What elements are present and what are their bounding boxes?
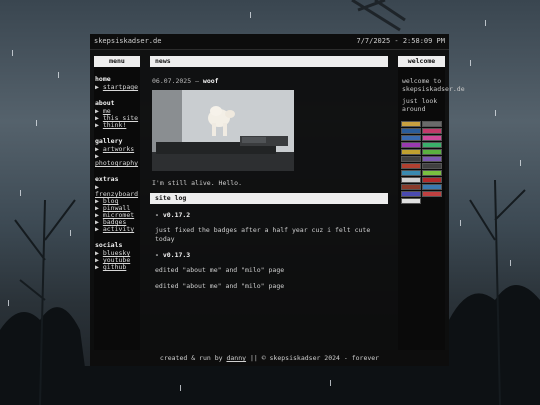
bullet-icon: ▶ [95,225,99,233]
bullet-icon: ▶ [95,83,99,91]
badge-button[interactable] [422,184,442,190]
menu-item[interactable]: ▶ frenzyboard [95,184,140,198]
menu-item[interactable]: ▶ photography [95,153,140,167]
menu-item-link[interactable]: activity [103,225,134,233]
log-entry: - v0.17.2 just fixed the badges after a h… [155,211,388,244]
menu-item-link[interactable]: think! [103,121,126,129]
menu-item-link[interactable]: photography [95,159,138,167]
menu-group-1: about ▶ me ▶ this site ▶ think! [95,99,140,129]
badge-button[interactable] [422,156,442,162]
menu-groups: home ▶ startpage about ▶ me ▶ this site ▶ thi… [94,75,140,271]
menu-item[interactable]: ▶ activity [95,226,140,233]
clock-readout: 7/7/2025 - 2:58:09 PM [356,37,445,45]
welcome-panel: welcome welcome to skepsiskadser.de just… [398,56,465,361]
menu-group-title: socials [95,241,123,249]
news-header: news [150,56,388,67]
footer-prefix: created & run by [159,354,223,362]
footer: created & run by danny || © skepsiskadse… [90,350,449,366]
menu-group-title: about [95,99,115,107]
badge-button[interactable] [401,198,421,204]
menu-group-title: home [95,75,111,83]
menu-group-3: extras ▶ frenzyboard ▶ blog ▶ pinwall ▶ micr… [95,175,140,233]
log-entries: - v0.17.2 just fixed the badges after a h… [150,211,388,291]
top-bar: skepsiskadser.de 7/7/2025 - 2:58:09 PM [90,34,449,50]
menu-item[interactable]: ▶ think! [95,122,140,129]
menu-item[interactable]: ▶ artworks [95,146,140,153]
menu-item-link[interactable]: artworks [103,145,134,153]
menu-panel: menu home ▶ startpage about ▶ me ▶ this site… [94,56,140,361]
site-window: skepsiskadser.de 7/7/2025 - 2:58:09 PM m… [90,34,465,366]
badge-button[interactable] [401,156,421,162]
badge-button[interactable] [401,135,421,141]
badge-button[interactable] [401,170,421,176]
menu-title: menu [94,56,140,67]
log-text: edited "about me" and "milo" page [155,282,285,290]
badge-button[interactable] [422,121,442,127]
menu-item-link[interactable]: startpage [103,83,138,91]
welcome-title: welcome [398,56,445,67]
badge-button[interactable] [401,163,421,169]
badge-button[interactable] [422,149,442,155]
post-photo[interactable] [152,90,294,171]
bullet-icon: ▶ [95,121,99,129]
badge-button[interactable] [422,191,442,197]
site-domain[interactable]: skepsiskadser.de [94,34,161,49]
badge-button[interactable] [401,149,421,155]
menu-group-2: gallery ▶ artworks ▶ photography [95,137,140,167]
post-separator: — [195,77,199,85]
menu-group-4: socials ▶ bluesky ▶ youtube ▶ github [95,241,140,271]
badge-button[interactable] [401,142,421,148]
badge-grid [401,121,445,204]
badge-button[interactable] [422,163,442,169]
menu-group-title: gallery [95,137,123,145]
footer-author-link[interactable]: danny [226,354,246,362]
log-text: edited "about me" and "milo" page [155,266,285,274]
menu-group-0: home ▶ startpage [95,75,140,91]
badge-button[interactable] [401,184,421,190]
main-column: news 06.07.2025 — woof I'm still alive. … [150,56,388,346]
menu-group-title: extras [95,175,119,183]
log-version: - v0.17.2 [155,211,191,219]
welcome-text: welcome to skepsiskadser.de just look ar… [402,77,465,113]
footer-copyright: || © skepsiskadser 2024 - forever [249,354,380,362]
bullet-icon: ▶ [95,263,99,271]
badge-button[interactable] [422,170,442,176]
badge-button[interactable] [401,177,421,183]
log-entry: - v0.17.3 edited "about me" and "milo" pa… [155,251,388,275]
badge-button[interactable] [422,128,442,134]
badge-button[interactable] [422,177,442,183]
menu-item-link[interactable]: github [103,263,126,271]
welcome-line-2: just look around [402,97,438,113]
badge-button[interactable] [401,191,421,197]
welcome-line-1: welcome to skepsiskadser.de [402,77,465,93]
badge-button[interactable] [401,121,421,127]
badge-button[interactable] [422,135,442,141]
log-text: just fixed the badges after a half year … [155,226,371,243]
menu-item[interactable]: ▶ startpage [95,84,140,91]
post-title[interactable]: woof [203,77,219,85]
post-date: 06.07.2025 [152,77,192,85]
post-text: I'm still alive. Hello. [152,179,243,187]
post-meta: 06.07.2025 — woof [152,77,388,85]
badge-button[interactable] [401,128,421,134]
log-version: - v0.17.3 [155,251,191,259]
log-entry: edited "about me" and "milo" page [155,282,388,291]
badge-button[interactable] [422,142,442,148]
menu-item[interactable]: ▶ github [95,264,140,271]
photo-illustration [152,90,294,171]
sitelog-header: site log [150,193,388,204]
